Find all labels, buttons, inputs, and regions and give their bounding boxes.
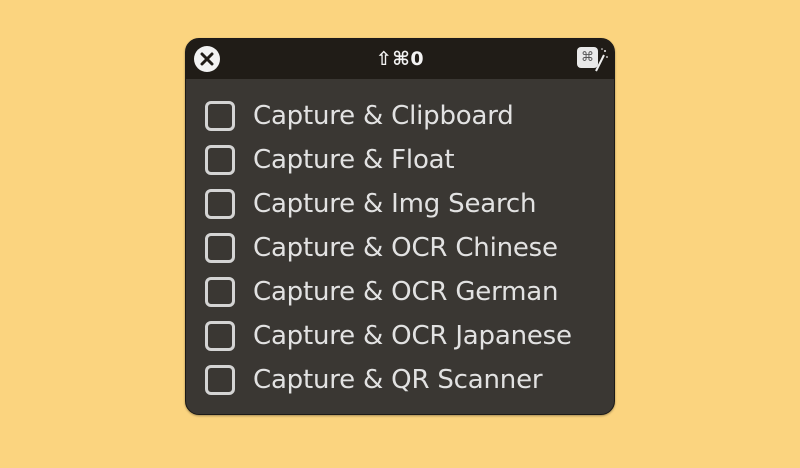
command-key-button[interactable]: ⌘ (577, 47, 598, 68)
action-label: Capture & QR Scanner (253, 365, 543, 395)
shortcut-text: ⇧⌘0 (375, 48, 425, 70)
command-key-icon: ⌘ (581, 50, 594, 65)
shortcut-popup-window: ⇧⌘0 ⌘ Capture & Clipboard Capture & Floa… (185, 38, 615, 415)
action-label: Capture & Float (253, 145, 455, 175)
checkbox[interactable] (205, 145, 235, 175)
checkbox[interactable] (205, 277, 235, 307)
title-bar: ⇧⌘0 ⌘ (186, 39, 614, 79)
action-label: Capture & OCR German (253, 277, 559, 307)
checkbox[interactable] (205, 189, 235, 219)
action-item-float[interactable]: Capture & Float (205, 138, 572, 182)
checkbox[interactable] (205, 233, 235, 263)
action-item-ocr-german[interactable]: Capture & OCR German (205, 270, 572, 314)
action-item-clipboard[interactable]: Capture & Clipboard (205, 94, 572, 138)
action-label: Capture & Img Search (253, 189, 537, 219)
checkbox[interactable] (205, 321, 235, 351)
checkbox[interactable] (205, 365, 235, 395)
action-item-ocr-chinese[interactable]: Capture & OCR Chinese (205, 226, 572, 270)
action-item-qr-scanner[interactable]: Capture & QR Scanner (205, 358, 572, 402)
action-list: Capture & Clipboard Capture & Float Capt… (205, 94, 572, 402)
checkbox[interactable] (205, 101, 235, 131)
action-label: Capture & OCR Chinese (253, 233, 558, 263)
shortcut-display: ⇧⌘0 (186, 47, 614, 71)
action-label: Capture & Clipboard (253, 101, 514, 131)
action-item-ocr-japanese[interactable]: Capture & OCR Japanese (205, 314, 572, 358)
action-item-img-search[interactable]: Capture & Img Search (205, 182, 572, 226)
action-label: Capture & OCR Japanese (253, 321, 572, 351)
